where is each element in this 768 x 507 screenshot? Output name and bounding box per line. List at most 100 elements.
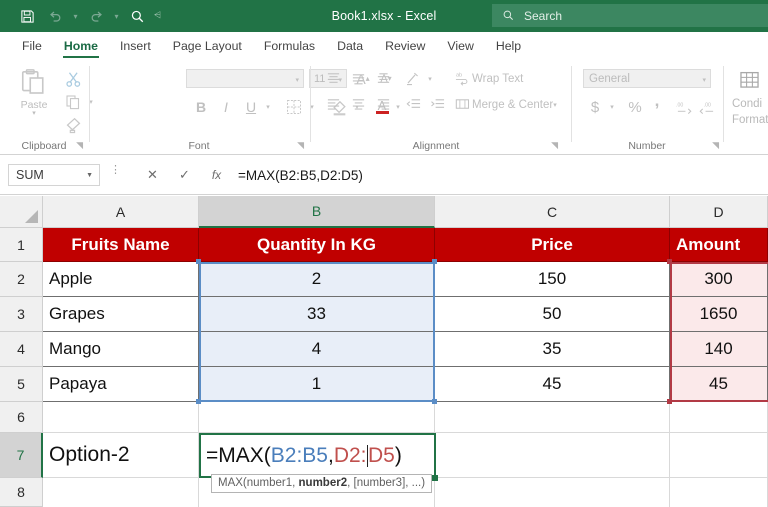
cell-d7[interactable] bbox=[670, 433, 768, 478]
tab-review[interactable]: Review bbox=[374, 32, 436, 60]
align-bottom-icon[interactable] bbox=[372, 68, 394, 89]
paste-button[interactable]: Paste ▾ bbox=[12, 68, 56, 117]
range-handle-b-bottomright[interactable] bbox=[432, 399, 437, 404]
decrease-decimal-icon[interactable]: .00 bbox=[695, 96, 717, 118]
name-box-dropdown-icon[interactable]: ▼ bbox=[86, 172, 93, 179]
undo-icon[interactable] bbox=[42, 4, 68, 28]
cell-a7[interactable]: Option-2 bbox=[43, 433, 199, 478]
conditional-formatting-icon[interactable] bbox=[736, 68, 762, 92]
accounting-format-button[interactable]: $ bbox=[585, 96, 605, 118]
merge-center-icon[interactable] bbox=[452, 94, 472, 115]
cell-b3[interactable]: 33 bbox=[199, 297, 435, 332]
customize-quick-access-icon[interactable]: ⩤ bbox=[152, 4, 163, 28]
tab-page-layout[interactable]: Page Layout bbox=[162, 32, 253, 60]
row-header-3[interactable]: 3 bbox=[0, 297, 43, 332]
range-handle-d-bottomleft[interactable] bbox=[667, 399, 672, 404]
column-header-b[interactable]: B bbox=[199, 196, 435, 228]
tab-help[interactable]: Help bbox=[485, 32, 532, 60]
cell-c6[interactable] bbox=[435, 402, 670, 433]
bold-button[interactable]: B bbox=[190, 96, 212, 118]
tab-insert[interactable]: Insert bbox=[109, 32, 162, 60]
range-handle-b-topright[interactable] bbox=[432, 259, 437, 264]
row-header-1[interactable]: 1 bbox=[0, 228, 43, 262]
number-dialog-launcher[interactable]: ◥ bbox=[712, 140, 719, 151]
merge-center-dropdown-icon[interactable]: ▾ bbox=[548, 94, 562, 115]
name-box[interactable]: SUM ▼ bbox=[8, 164, 100, 186]
cell-a1[interactable]: Fruits Name bbox=[43, 228, 199, 262]
row-header-8[interactable]: 8 bbox=[0, 478, 43, 507]
cell-c3[interactable]: 50 bbox=[435, 297, 670, 332]
row-header-5[interactable]: 5 bbox=[0, 367, 43, 402]
column-header-c[interactable]: C bbox=[435, 196, 670, 228]
font-name-dropdown-icon[interactable]: ▾ bbox=[295, 76, 299, 84]
align-top-icon[interactable] bbox=[322, 68, 344, 89]
cell-a2[interactable]: Apple bbox=[43, 262, 199, 297]
underline-dropdown-icon[interactable]: ▾ bbox=[261, 96, 275, 118]
range-handle-b-topleft[interactable] bbox=[196, 259, 201, 264]
italic-button[interactable]: I bbox=[215, 96, 237, 118]
row-header-4[interactable]: 4 bbox=[0, 332, 43, 367]
row-header-7[interactable]: 7 bbox=[0, 433, 43, 478]
cell-d2[interactable]: 300 bbox=[670, 262, 768, 297]
cell-a8[interactable] bbox=[43, 478, 199, 507]
range-handle-d-topleft[interactable] bbox=[667, 259, 672, 264]
comma-format-button[interactable]: , bbox=[647, 90, 667, 112]
cell-b5[interactable]: 1 bbox=[199, 367, 435, 402]
cut-icon[interactable] bbox=[58, 68, 88, 90]
clipboard-dialog-launcher[interactable]: ◥ bbox=[76, 140, 83, 151]
row-header-2[interactable]: 2 bbox=[0, 262, 43, 297]
range-handle-b-bottomleft[interactable] bbox=[196, 399, 201, 404]
underline-button[interactable]: U bbox=[240, 96, 262, 118]
tab-home[interactable]: Home bbox=[53, 32, 109, 60]
fill-handle[interactable] bbox=[432, 475, 438, 481]
cell-b6[interactable] bbox=[199, 402, 435, 433]
align-center-icon[interactable] bbox=[347, 94, 369, 115]
cell-d5[interactable]: 45 bbox=[670, 367, 768, 402]
cell-a5[interactable]: Papaya bbox=[43, 367, 199, 402]
wrap-text-label[interactable]: Wrap Text bbox=[472, 68, 542, 89]
conditional-formatting-label-line1[interactable]: Condi bbox=[732, 98, 762, 110]
cell-d4[interactable]: 140 bbox=[670, 332, 768, 367]
search-box[interactable]: Search bbox=[492, 4, 768, 27]
alignment-dialog-launcher[interactable]: ◥ bbox=[551, 140, 558, 151]
cell-a6[interactable] bbox=[43, 402, 199, 433]
increase-indent-icon[interactable] bbox=[426, 94, 448, 115]
insert-function-button[interactable]: fx bbox=[204, 164, 229, 186]
cell-c2[interactable]: 150 bbox=[435, 262, 670, 297]
cell-c4[interactable]: 35 bbox=[435, 332, 670, 367]
select-all-button[interactable] bbox=[0, 196, 43, 228]
align-right-icon[interactable] bbox=[372, 94, 394, 115]
conditional-formatting-label-line2[interactable]: Format bbox=[732, 114, 768, 126]
undo-dropdown-icon[interactable]: ▾ bbox=[70, 4, 81, 28]
redo-icon[interactable] bbox=[83, 4, 109, 28]
cell-c5[interactable]: 45 bbox=[435, 367, 670, 402]
row-header-6[interactable]: 6 bbox=[0, 402, 43, 433]
cell-c8[interactable] bbox=[435, 478, 670, 507]
enter-formula-button[interactable]: ✓ bbox=[172, 164, 197, 186]
tab-file[interactable]: File bbox=[11, 32, 53, 60]
cell-d1[interactable]: Amount bbox=[670, 228, 768, 262]
cancel-formula-button[interactable]: ✕ bbox=[140, 164, 165, 186]
paste-dropdown-icon[interactable]: ▾ bbox=[32, 110, 36, 117]
formula-input[interactable]: =MAX(B2:B5,D2:D5) bbox=[232, 164, 762, 186]
format-painter-icon[interactable] bbox=[58, 114, 88, 136]
cell-d6[interactable] bbox=[670, 402, 768, 433]
cell-d3[interactable]: 1650 bbox=[670, 297, 768, 332]
decrease-indent-icon[interactable] bbox=[402, 94, 424, 115]
orientation-dropdown-icon[interactable]: ▾ bbox=[423, 68, 437, 89]
number-format-dropdown-icon[interactable]: ▾ bbox=[702, 76, 706, 84]
wrap-text-icon[interactable]: ab bbox=[452, 68, 472, 89]
search-icon[interactable] bbox=[124, 4, 150, 28]
active-cell-b7-editor[interactable]: =MAX(B2:B5, D2: D5) bbox=[199, 433, 436, 478]
accounting-dropdown-icon[interactable]: ▾ bbox=[605, 96, 619, 118]
number-format-select[interactable]: General ▾ bbox=[583, 69, 711, 88]
cell-b4[interactable]: 4 bbox=[199, 332, 435, 367]
save-icon[interactable] bbox=[14, 4, 40, 28]
cell-b1[interactable]: Quantity In KG bbox=[199, 228, 435, 262]
align-left-icon[interactable] bbox=[322, 94, 344, 115]
cell-d8[interactable] bbox=[670, 478, 768, 507]
font-name-input[interactable]: ▾ bbox=[186, 69, 304, 88]
orientation-icon[interactable] bbox=[402, 68, 424, 89]
tab-data[interactable]: Data bbox=[326, 32, 374, 60]
font-dialog-launcher[interactable]: ◥ bbox=[297, 140, 304, 151]
